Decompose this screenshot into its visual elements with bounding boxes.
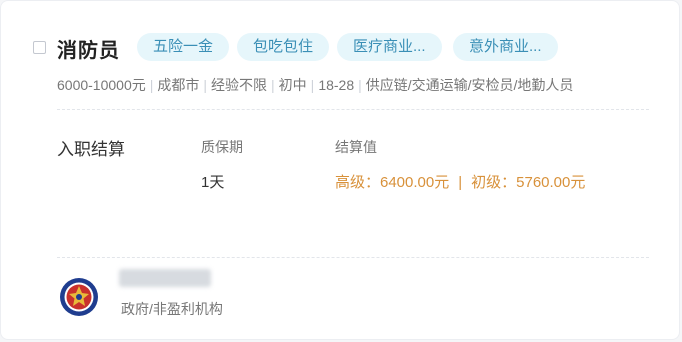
tag-medical-insurance: 医疗商业... — [337, 33, 442, 61]
fire-rescue-emblem-icon[interactable] — [59, 277, 99, 317]
settlement-values: 高级：6400.00元 | 初级：5760.00元 — [335, 171, 585, 192]
age-range: 18-28 — [318, 77, 355, 93]
meta-separator: | — [271, 77, 275, 93]
job-card[interactable]: 消防员 五险一金 包吃包住 医疗商业... 意外商业... 6000-10000… — [0, 0, 680, 340]
divider — [57, 109, 649, 110]
divider — [57, 257, 649, 258]
settlement-value-label: 结算值 — [335, 139, 377, 155]
experience: 经验不限 — [211, 77, 268, 93]
job-title[interactable]: 消防员 — [57, 34, 120, 63]
job-meta: 6000-10000元 | 成都市 | 经验不限 | 初中 | 18-28 | 供应链/交通运输/安… — [57, 75, 573, 95]
meta-separator: | — [203, 77, 208, 93]
meta-separator: | — [149, 77, 154, 93]
meta-separator: | — [358, 77, 362, 93]
settlement-section-title: 入职结算 — [57, 140, 125, 159]
city: 成都市 — [157, 77, 200, 93]
company-name-redacted — [119, 269, 211, 287]
salary: 6000-10000元 — [57, 77, 146, 93]
organization-type: 政府/非盈利机构 — [121, 301, 223, 317]
tag-insurance: 五险一金 — [137, 33, 230, 61]
warranty-value: 1天 — [201, 174, 225, 191]
job-category: 供应链/交通运输/安检员/地勤人员 — [365, 77, 574, 93]
education: 初中 — [278, 77, 307, 93]
meta-separator: | — [310, 77, 315, 93]
tag-food-lodging: 包吃包住 — [237, 33, 330, 61]
junior-settlement: 初级：5760.00元 — [471, 174, 586, 191]
tag-accident-insurance: 意外商业... — [453, 33, 558, 61]
settlement-separator: | — [458, 174, 463, 191]
warranty-label: 质保期 — [201, 139, 243, 155]
select-checkbox[interactable] — [33, 41, 46, 54]
senior-settlement: 高级：6400.00元 — [335, 174, 450, 191]
